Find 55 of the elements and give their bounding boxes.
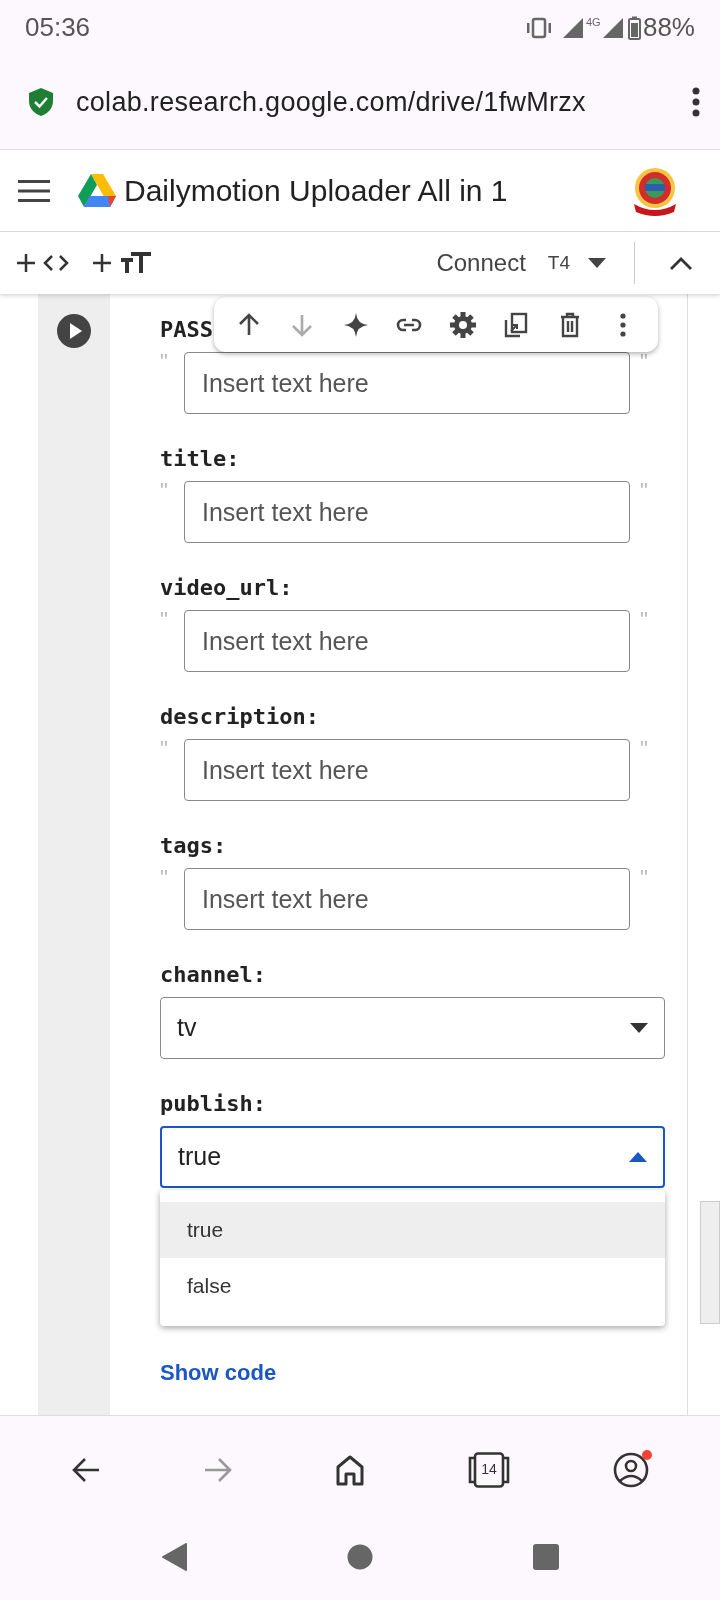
connect-button[interactable]: Connect T4	[436, 238, 588, 288]
quote-mark: "	[640, 610, 648, 630]
field-label: publish:	[160, 1090, 266, 1118]
quote-mark: "	[160, 481, 169, 501]
text-input-field[interactable]: Insert text here	[184, 739, 630, 801]
dropdown-field[interactable]: tv	[160, 997, 665, 1059]
text-input-field[interactable]: Insert text here	[184, 610, 630, 672]
notebook-title[interactable]: Dailymotion Uploader All in 1	[124, 168, 630, 213]
more-menu-icon[interactable]	[692, 87, 700, 117]
menu-icon[interactable]	[18, 179, 50, 202]
clock-time: 05:36	[25, 11, 91, 44]
field-label: description:	[160, 703, 319, 731]
scrollbar-thumb[interactable]	[700, 1201, 720, 1324]
text-input-field[interactable]: Insert text here	[184, 352, 630, 414]
quote-mark: "	[640, 868, 648, 888]
profile-icon[interactable]	[613, 1451, 649, 1488]
secure-shield-icon	[28, 87, 54, 117]
signal-icon	[601, 16, 624, 39]
collapse-chevron-icon[interactable]	[670, 256, 692, 270]
field-label: video_url:	[160, 574, 293, 602]
back-arrow-icon[interactable]	[71, 1455, 101, 1484]
quote-mark: "	[160, 352, 169, 372]
dropdown-option[interactable]: false	[160, 1258, 665, 1314]
quote-mark: "	[640, 352, 648, 372]
dropdown-caret-icon	[630, 1023, 648, 1033]
show-code-link[interactable]: Show code	[160, 1356, 277, 1389]
text-input-field[interactable]: Insert text here	[184, 481, 630, 543]
forward-arrow-icon[interactable]	[203, 1455, 233, 1484]
recents-square-icon[interactable]	[533, 1543, 559, 1570]
text-input-field[interactable]: Insert text here	[184, 868, 630, 930]
home-icon[interactable]	[335, 1453, 365, 1486]
run-cell-button[interactable]	[57, 314, 91, 348]
dropdown-option[interactable]: true	[160, 1202, 665, 1258]
drive-logo-icon	[78, 173, 116, 208]
quote-mark: "	[640, 481, 648, 501]
dropdown-caret-icon[interactable]	[588, 258, 606, 268]
vibrate-icon	[525, 16, 552, 39]
battery-percent: 88%	[642, 11, 695, 44]
battery-icon	[627, 15, 641, 40]
quote-mark: "	[160, 739, 169, 759]
quote-mark: "	[160, 868, 169, 888]
back-triangle-icon[interactable]	[161, 1542, 187, 1571]
home-circle-icon[interactable]	[347, 1543, 373, 1570]
field-label: channel:	[160, 961, 266, 989]
quote-mark: "	[640, 739, 648, 759]
network-type: 4G	[585, 17, 600, 28]
settings-icon[interactable]	[448, 310, 477, 339]
add-text-icon[interactable]	[91, 251, 153, 275]
dropdown-field[interactable]: true	[160, 1126, 665, 1188]
quote-mark: "	[160, 610, 169, 630]
field-label: PASS	[160, 316, 213, 344]
dropdown-caret-icon	[629, 1152, 647, 1162]
field-label: tags:	[160, 832, 227, 860]
signal-icon	[561, 16, 584, 39]
field-label: title:	[160, 445, 240, 473]
